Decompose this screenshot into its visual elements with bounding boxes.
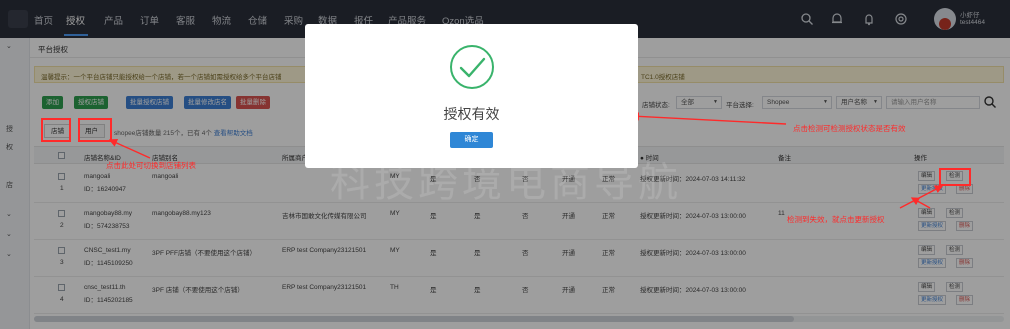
dialog-title: 授权有效 [443,106,500,122]
annotation-expired-hint: 检测到失效，就点击更新授权 [787,215,885,224]
confirm-button[interactable]: 确定 [450,132,493,148]
annotation-box-user-tab [78,118,112,142]
annotation-tab-hint: 点击此处可切换到店铺列表 [106,161,196,170]
auth-result-dialog: 授权有效 确定 [305,24,638,168]
annotation-box-check [939,168,971,186]
annotation-box-shop-tab [41,118,71,142]
success-check-icon [450,45,494,89]
annotation-check-hint: 点击检测可检测授权状态是否有效 [793,124,906,133]
